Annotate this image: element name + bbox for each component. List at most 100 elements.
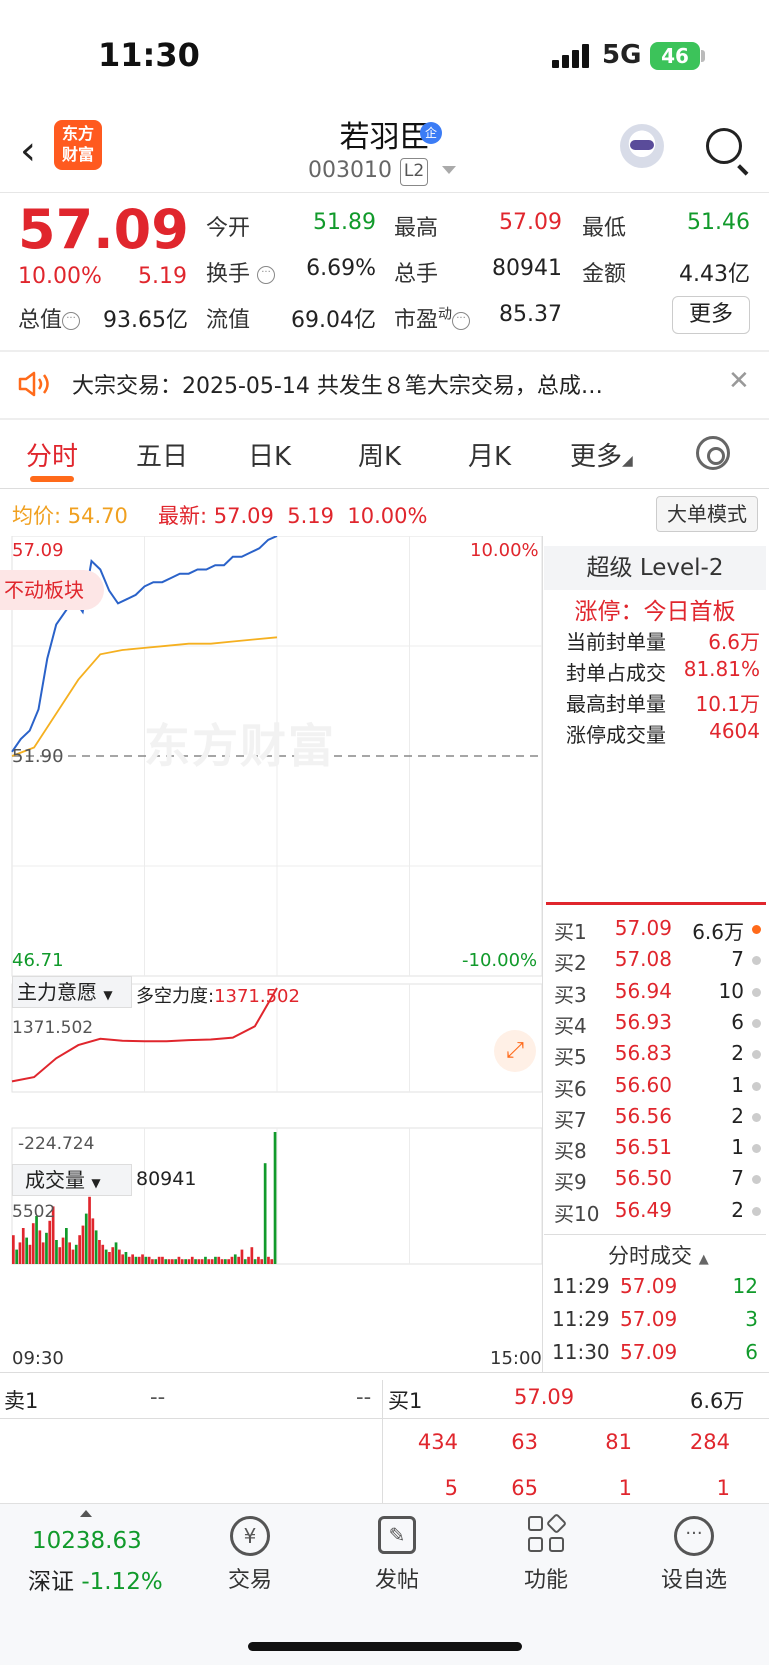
sector-tag[interactable]: 不动板块 <box>0 570 104 610</box>
nav-function[interactable]: 功能 <box>491 1562 601 1594</box>
more-dots-icon[interactable]: ··· <box>452 312 471 330</box>
sell-price: -- <box>150 1385 166 1409</box>
volume-select[interactable]: 成交量 ▼ <box>12 1164 132 1196</box>
chevron-up-icon[interactable] <box>80 1510 92 1517</box>
robot-assistant-icon[interactable] <box>620 124 664 168</box>
expand-icon[interactable]: ⤢ <box>494 1030 536 1072</box>
more-button[interactable]: 更多 <box>672 296 750 334</box>
volume-bar <box>214 1256 217 1264</box>
queue-qty: 434 <box>417 1430 458 1454</box>
function-icon[interactable] <box>528 1512 568 1554</box>
volume-bar <box>101 1244 105 1264</box>
current-price: 57.09 <box>18 198 189 261</box>
latest-change: 5.19 <box>287 504 335 528</box>
more-dots-icon[interactable]: ··· <box>62 312 81 330</box>
volume-bar <box>224 1259 227 1264</box>
nav-post[interactable]: 发帖 <box>342 1562 452 1594</box>
divider <box>0 418 769 420</box>
bid-price[interactable]: 57.09 <box>610 916 672 940</box>
bid-price[interactable]: 56.49 <box>610 1198 672 1222</box>
volume-bar <box>45 1232 48 1264</box>
big-order-mode-button[interactable]: 大单模式 <box>656 496 758 532</box>
pe-label: 市盈动 ··· <box>394 302 471 334</box>
bid-price[interactable]: 56.56 <box>610 1104 672 1128</box>
tab-weekly-k[interactable]: 周K <box>358 436 401 473</box>
indicator-select[interactable]: 主力意愿 ▼ <box>12 976 132 1008</box>
volume-bar <box>167 1259 171 1264</box>
avg-label: 均价: <box>12 504 62 528</box>
open-label: 今开 <box>206 216 251 241</box>
nav-add-watchlist[interactable]: 设自选 <box>639 1562 749 1594</box>
bid-dot <box>752 1112 761 1122</box>
volume-bar <box>267 1256 270 1264</box>
caret-icon: ◢ <box>622 453 633 469</box>
level2-title[interactable]: 超级 Level-2 <box>544 546 766 590</box>
sell-label: 卖1 <box>4 1389 39 1413</box>
turnover-value: 6.69% <box>306 256 376 281</box>
bid-price[interactable]: 56.94 <box>610 979 672 1003</box>
chart-grid <box>11 536 543 1265</box>
index-info[interactable]: 深证 -1.12% <box>28 1562 163 1596</box>
bid-price[interactable]: 56.51 <box>610 1135 672 1159</box>
queue-qty: 1 <box>618 1476 632 1500</box>
latest-label: 最新: <box>158 504 208 528</box>
volume-bar <box>61 1237 65 1264</box>
bid-price[interactable]: 56.60 <box>610 1073 672 1097</box>
gear-icon[interactable] <box>696 436 730 470</box>
volume-bar <box>237 1256 240 1264</box>
volume-bar <box>12 1235 15 1264</box>
volume-bar <box>190 1256 194 1264</box>
bid-label: 买6 <box>554 1076 587 1101</box>
tab-intraday[interactable]: 分时 <box>26 436 78 473</box>
tab-five-day[interactable]: 五日 <box>136 436 188 473</box>
ticks-title-text: 分时成交 <box>608 1244 692 1268</box>
search-icon[interactable] <box>706 128 742 164</box>
trade-icon[interactable]: ¥ <box>230 1516 270 1556</box>
bid-price[interactable]: 56.83 <box>610 1041 672 1065</box>
close-icon[interactable]: ✕ <box>728 366 750 396</box>
signal-icon <box>552 44 592 68</box>
bid-price[interactable]: 57.08 <box>610 947 672 971</box>
volume-bar <box>71 1249 75 1264</box>
post-icon[interactable]: ✎ <box>378 1516 416 1554</box>
notice-text[interactable]: 大宗交易：2025-05-14 共发生８笔大宗交易，总成… <box>72 368 682 400</box>
status-time: 11:30 <box>98 36 200 74</box>
bid-divider <box>546 902 766 905</box>
tab-daily-k[interactable]: 日K <box>248 436 291 473</box>
volume-bar <box>220 1259 224 1264</box>
turnover-label-text: 换手 <box>206 262 251 287</box>
indicator-sub-label: 多空力度: <box>136 986 215 1007</box>
chevron-down-icon[interactable] <box>442 166 456 174</box>
volume-bar <box>187 1259 191 1264</box>
bid-qty: 6 <box>731 1009 744 1034</box>
volume-bar <box>217 1256 221 1264</box>
tab-more[interactable]: 更多◢ <box>570 436 633 473</box>
volume-bar <box>25 1237 28 1264</box>
bid-dot <box>752 1206 761 1216</box>
turnover-label: 换手 ··· <box>206 256 276 288</box>
tab-monthly-k[interactable]: 月K <box>468 436 511 473</box>
more-icon[interactable]: ··· <box>674 1516 714 1556</box>
tick-time: 11:29 <box>552 1274 610 1298</box>
level2-row-value: 6.6万 <box>708 630 760 654</box>
latest-value: 57.09 <box>213 504 274 528</box>
volume-title: 成交量 <box>25 1168 85 1192</box>
volume-bar <box>94 1230 98 1264</box>
volume-bar <box>171 1259 174 1264</box>
volume-bar <box>270 1259 274 1264</box>
more-dots-icon[interactable]: ··· <box>257 266 276 284</box>
high-value: 57.09 <box>499 210 562 235</box>
stock-code[interactable]: 003010 <box>308 158 392 183</box>
volume-total: 80941 <box>136 1168 197 1190</box>
index-value[interactable]: 10238.63 <box>32 1528 142 1554</box>
bid-price[interactable]: 56.50 <box>610 1166 672 1190</box>
queue-qty: 63 <box>511 1430 538 1454</box>
bid-label: 买2 <box>554 951 587 976</box>
watermark: 东方财富 <box>144 719 336 773</box>
bid-dot <box>752 987 761 997</box>
volume-bar <box>134 1256 138 1264</box>
ticks-title[interactable]: 分时成交 ▲ <box>608 1240 709 1270</box>
bottom-pct-label: -10.00% <box>462 950 538 971</box>
nav-trade[interactable]: 交易 <box>195 1562 305 1594</box>
bid-price[interactable]: 56.93 <box>610 1010 672 1034</box>
